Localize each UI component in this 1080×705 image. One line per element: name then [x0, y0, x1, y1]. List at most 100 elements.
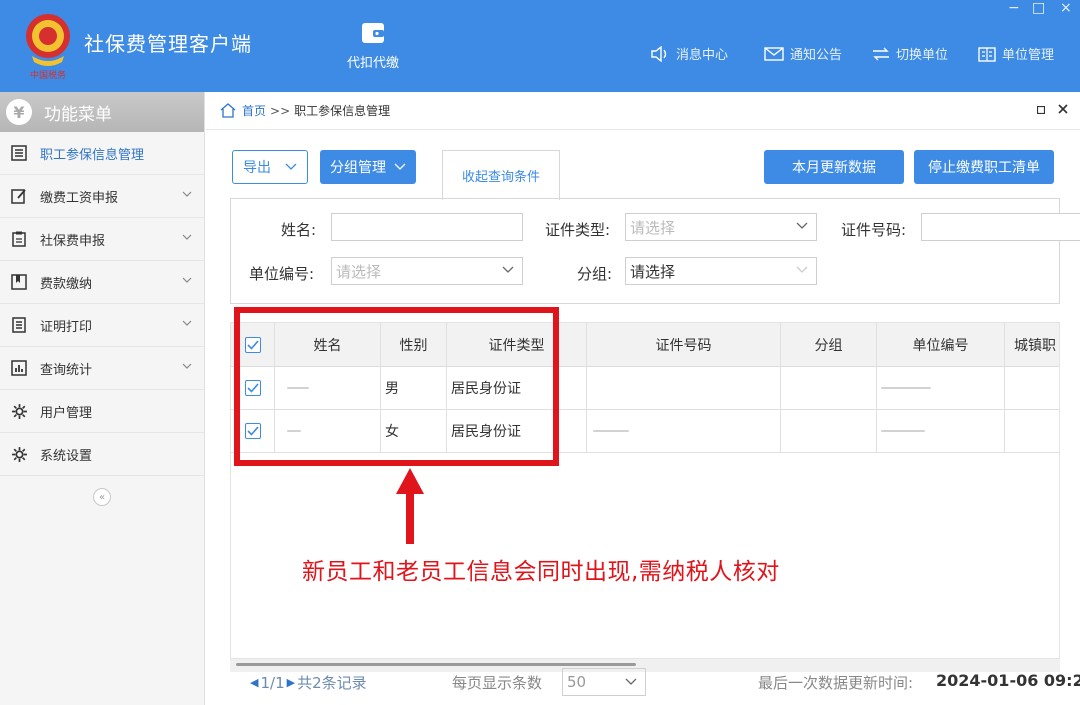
unit-number-label: 单位编号:	[249, 265, 315, 283]
per-page-select[interactable]: 50	[562, 668, 646, 696]
nav-label: 单位管理	[1002, 48, 1055, 63]
sidebar-item-social-declare[interactable]: 社保费申报	[0, 218, 204, 261]
chevron-down-icon	[182, 191, 192, 197]
col-header-unit-number[interactable]: 单位编号	[877, 323, 1005, 366]
sidebar-item-system-settings[interactable]: 系统设置	[0, 433, 204, 476]
col-header-urban-employee[interactable]: 城镇职	[1005, 323, 1059, 366]
chevron-down-icon	[796, 222, 808, 229]
name-input[interactable]	[331, 213, 523, 241]
sidebar-item-label: 费款缴纳	[40, 276, 93, 292]
stop-payment-list-button[interactable]: 停止缴费职工清单	[914, 150, 1054, 184]
breadcrumb: 首页 >> 职工参保信息管理	[206, 92, 1080, 130]
svg-text:中国税务: 中国税务	[30, 69, 66, 80]
maximize-button[interactable]: □	[1032, 0, 1045, 16]
group-select-value: 请选择	[630, 262, 676, 281]
breadcrumb-home-link[interactable]: 首页	[242, 102, 266, 119]
record-count: 共2条记录	[297, 674, 367, 692]
redacted-mark	[881, 387, 931, 389]
cell-group	[781, 367, 877, 409]
unit-number-select[interactable]: 请选择	[331, 257, 523, 285]
id-type-select[interactable]: 请选择	[625, 213, 817, 241]
sidebar-header: ¥ 功能菜单	[0, 92, 204, 132]
export-label: 导出	[243, 160, 271, 176]
restore-panel-icon[interactable]	[1036, 104, 1069, 117]
sidebar-item-label: 查询统计	[40, 362, 93, 378]
sidebar-item-label: 缴费工资申报	[40, 190, 119, 206]
chevron-down-icon	[394, 163, 406, 170]
update-month-data-button[interactable]: 本月更新数据	[764, 150, 904, 184]
chevron-down-icon	[182, 363, 192, 369]
sidebar-item-certificate-print[interactable]: 证明打印	[0, 304, 204, 347]
sidebar: ¥ 功能菜单 职工参保信息管理 缴费工资申报 社保费申报 费款缴纳 证明打印 查…	[0, 92, 205, 705]
chart-icon	[10, 359, 28, 377]
pager: ◀ 1/1 ▶ 共2条记录	[248, 672, 367, 693]
prev-page-button[interactable]: ◀	[250, 676, 258, 689]
sidebar-item-employee-info[interactable]: 职工参保信息管理	[0, 132, 204, 175]
scrollbar-thumb[interactable]	[236, 663, 636, 666]
yen-icon: ¥	[6, 99, 32, 125]
close-button[interactable]: ×	[1060, 0, 1072, 16]
module-withholding[interactable]: 代扣代缴	[338, 20, 408, 71]
nav-label: 切换单位	[896, 48, 949, 63]
tax-logo: 中国税务	[22, 12, 74, 81]
collapse-query-tab[interactable]: 收起查询条件	[442, 150, 560, 200]
group-select[interactable]: 请选择	[625, 257, 817, 285]
search-panel: 姓名: 证件类型: 请选择 证件号码: 单位编号: 请选择 分组: 请选择	[230, 198, 1080, 304]
next-page-button[interactable]: ▶	[287, 676, 295, 689]
group-manage-button[interactable]: 分组管理	[320, 150, 416, 184]
sidebar-item-label: 证明打印	[40, 319, 93, 335]
nav-switch-unit[interactable]: 切换单位	[872, 44, 948, 63]
sidebar-item-label: 用户管理	[40, 405, 93, 421]
sidebar-item-payment[interactable]: 费款缴纳	[0, 261, 204, 304]
sidebar-item-label: 社保费申报	[40, 233, 106, 249]
switch-arrows-icon	[873, 47, 889, 60]
cell-unit-number	[877, 367, 1005, 409]
annotation-text: 新员工和老员工信息会同时出现,需纳税人核对	[302, 559, 780, 585]
page-indicator: 1/1	[260, 673, 285, 692]
building-icon	[978, 46, 996, 62]
cell-urban-employee	[1005, 367, 1059, 409]
unit-number-placeholder: 请选择	[336, 262, 382, 281]
sidebar-title: 功能菜单	[44, 104, 112, 125]
nav-notice[interactable]: 通知公告	[764, 44, 842, 63]
per-page-value: 50	[567, 673, 587, 691]
app-title: 社保费管理客户端	[84, 32, 252, 56]
sidebar-item-wage-declare[interactable]: 缴费工资申报	[0, 175, 204, 218]
name-label: 姓名:	[281, 221, 317, 239]
edit-icon	[10, 187, 28, 205]
redacted-mark	[593, 430, 629, 432]
breadcrumb-current: 职工参保信息管理	[294, 104, 391, 118]
collapse-sidebar-button[interactable]: «	[93, 488, 111, 506]
last-update-value: 2024-01-06 09:2	[936, 671, 1080, 690]
sidebar-item-query-stats[interactable]: 查询统计	[0, 347, 204, 390]
minimize-button[interactable]: −	[1008, 0, 1020, 16]
group-manage-label: 分组管理	[330, 160, 386, 176]
clipboard-icon	[10, 230, 28, 248]
nav-message-center[interactable]: 消息中心	[650, 44, 728, 63]
export-button[interactable]: 导出	[232, 150, 308, 184]
col-header-group[interactable]: 分组	[781, 323, 877, 366]
cell-id-number	[587, 367, 781, 409]
chevron-down-icon	[182, 277, 192, 283]
sidebar-item-label: 系统设置	[40, 448, 93, 464]
sidebar-item-user-manage[interactable]: 用户管理	[0, 390, 204, 433]
col-header-id-number[interactable]: 证件号码	[587, 323, 781, 366]
arrow-up-icon	[396, 468, 424, 544]
id-type-placeholder: 请选择	[630, 218, 676, 237]
speaker-icon	[651, 45, 667, 62]
chevron-down-icon	[625, 678, 637, 685]
module-label: 代扣代缴	[346, 56, 399, 71]
cell-id-number	[587, 410, 781, 452]
app-header: 中国税务 社保费管理客户端 代扣代缴 消息中心 通知公告 切换单位 单位管理 −…	[0, 0, 1080, 92]
highlight-box	[234, 307, 559, 466]
nav-unit-manage[interactable]: 单位管理	[978, 44, 1054, 63]
mail-icon	[764, 46, 784, 61]
id-number-input[interactable]	[921, 213, 1080, 241]
id-type-label: 证件类型:	[545, 221, 611, 239]
chevron-down-icon	[796, 266, 808, 273]
list-icon	[10, 144, 28, 162]
wallet-icon	[359, 20, 387, 46]
breadcrumb-separator: >>	[270, 103, 291, 118]
cell-unit-number	[877, 410, 1005, 452]
last-update-label: 最后一次数据更新时间:	[758, 674, 914, 692]
